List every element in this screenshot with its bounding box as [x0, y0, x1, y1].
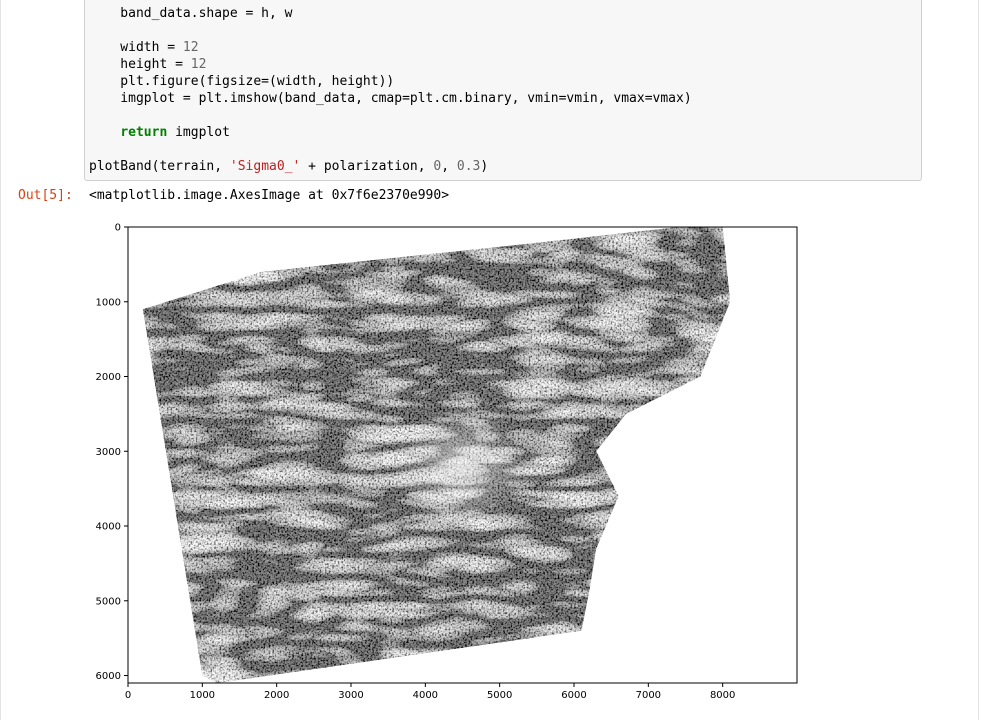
x-tick-label: 3000: [338, 690, 363, 701]
x-tick-label: 6000: [561, 690, 586, 701]
x-tick-label: 7000: [636, 690, 661, 701]
y-tick-label: 4000: [96, 522, 121, 533]
x-tick-label: 1000: [190, 690, 215, 701]
y-tick-label: 6000: [96, 671, 121, 682]
y-tick-label: 1000: [96, 297, 121, 308]
x-tick-label: 0: [125, 690, 131, 701]
y-tick-label: 2000: [96, 372, 121, 383]
x-tick-label: 4000: [413, 690, 438, 701]
x-tick-label: 2000: [264, 690, 289, 701]
sar-image-bright-peak: [392, 406, 533, 527]
x-tick-label: 5000: [487, 690, 512, 701]
y-tick-label: 5000: [96, 596, 121, 607]
imshow-plot: 0 1000 2000 3000 4000 5000 6000 7000 8000 0 1000 20…: [96, 223, 798, 701]
y-tick-label: 0: [115, 223, 121, 234]
x-tick-label: 8000: [710, 690, 735, 701]
y-tick-label: 3000: [96, 447, 121, 458]
